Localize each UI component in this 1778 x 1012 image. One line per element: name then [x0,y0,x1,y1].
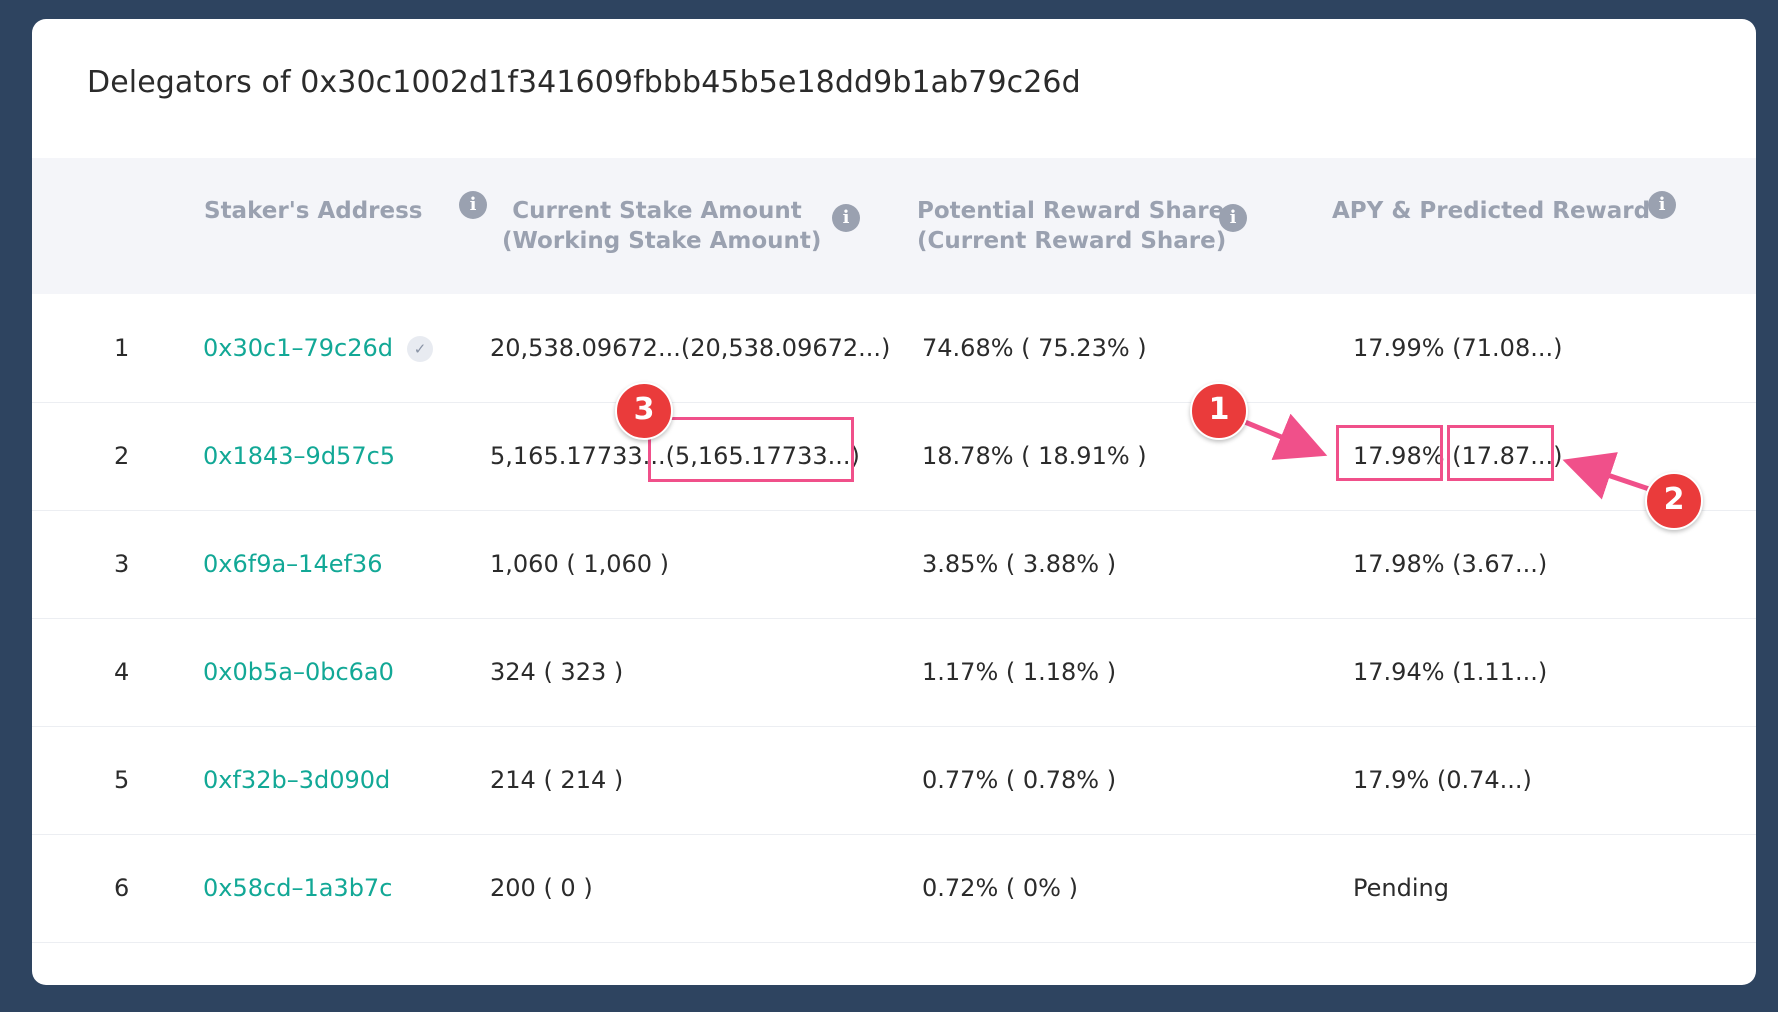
row-stake: 1,060 ( 1,060 ) [490,550,670,578]
page-title: Delegators of 0x30c1002d1f341609fbbb45b5… [87,65,1081,100]
annotation-badge-3: 3 [615,382,673,440]
table-row: 3 0x6f9a–14ef36 1,060 ( 1,060 ) 3.85% ( … [32,510,1756,619]
row-address-cell: 0x6f9a–14ef36 [203,510,382,618]
row-share: 0.72% ( 0% ) [922,874,1078,902]
row-share: 0.77% ( 0.78% ) [922,766,1117,794]
row-apy: 17.94% (1.11...) [1353,658,1548,686]
staker-address-link[interactable]: 0x58cd–1a3b7c [203,874,392,902]
info-icon[interactable]: i [1219,204,1247,232]
highlight-box-stake [648,417,854,482]
row-apy: 17.99% (71.08...) [1353,334,1563,362]
staker-address-link[interactable]: 0x30c1–79c26d [203,334,393,362]
check-circle-icon: ✓ [406,336,433,362]
row-share: 74.68% ( 75.23% ) [922,334,1147,362]
table-row: 4 0x0b5a–0bc6a0 324 ( 323 ) 1.17% ( 1.18… [32,618,1756,727]
row-stake: 20,538.09672...(20,538.09672...) [490,334,891,362]
highlight-box-apy-percent [1336,425,1443,481]
row-index: 5 [114,766,130,794]
staker-address-link[interactable]: 0x6f9a–14ef36 [203,550,382,578]
staker-address-link[interactable]: 0xf32b–3d090d [203,766,390,794]
row-stake: 214 ( 214 ) [490,766,624,794]
col-header-stake: Current Stake Amount (Working Stake Amou… [502,198,822,254]
row-apy: Pending [1353,874,1449,902]
row-share: 3.85% ( 3.88% ) [922,550,1117,578]
delegators-card: Delegators of 0x30c1002d1f341609fbbb45b5… [32,19,1756,985]
table-row: 6 0x58cd–1a3b7c 200 ( 0 ) 0.72% ( 0% ) P… [32,834,1756,943]
info-icon[interactable]: i [459,191,487,219]
info-icon[interactable]: i [1648,191,1676,219]
row-index: 1 [114,334,130,362]
row-address-cell: 0x58cd–1a3b7c [203,834,392,942]
row-index: 2 [114,442,130,470]
row-address-cell: 0xf32b–3d090d [203,726,390,834]
row-address-cell: 0x0b5a–0bc6a0 [203,618,394,726]
highlight-box-predicted-reward [1447,425,1554,481]
row-apy: 17.98% (3.67...) [1353,550,1548,578]
row-index: 4 [114,658,130,686]
table-header: Staker's Address i Current Stake Amount … [32,158,1756,294]
col-header-share: Potential Reward Share (Current Reward S… [917,198,1227,254]
row-address-cell: 0x1843–9d57c5 [203,402,395,510]
table-row: 1 0x30c1–79c26d ✓ 20,538.09672...(20,538.… [32,294,1756,403]
row-index: 6 [114,874,130,902]
row-apy: 17.9% (0.74...) [1353,766,1532,794]
row-share: 1.17% ( 1.18% ) [922,658,1117,686]
row-share: 18.78% ( 18.91% ) [922,442,1147,470]
annotation-badge-1: 1 [1190,382,1248,440]
row-stake: 200 ( 0 ) [490,874,593,902]
staker-address-link[interactable]: 0x0b5a–0bc6a0 [203,658,394,686]
info-icon[interactable]: i [832,204,860,232]
table-row: 5 0xf32b–3d090d 214 ( 214 ) 0.77% ( 0.78… [32,726,1756,835]
annotation-badge-2: 2 [1645,472,1703,530]
col-header-apy: APY & Predicted Reward [1332,198,1651,224]
row-index: 3 [114,550,130,578]
staker-address-link[interactable]: 0x1843–9d57c5 [203,442,395,470]
row-stake: 324 ( 323 ) [490,658,624,686]
row-address-cell: 0x30c1–79c26d ✓ [203,294,433,402]
col-header-address: Staker's Address [204,198,423,224]
